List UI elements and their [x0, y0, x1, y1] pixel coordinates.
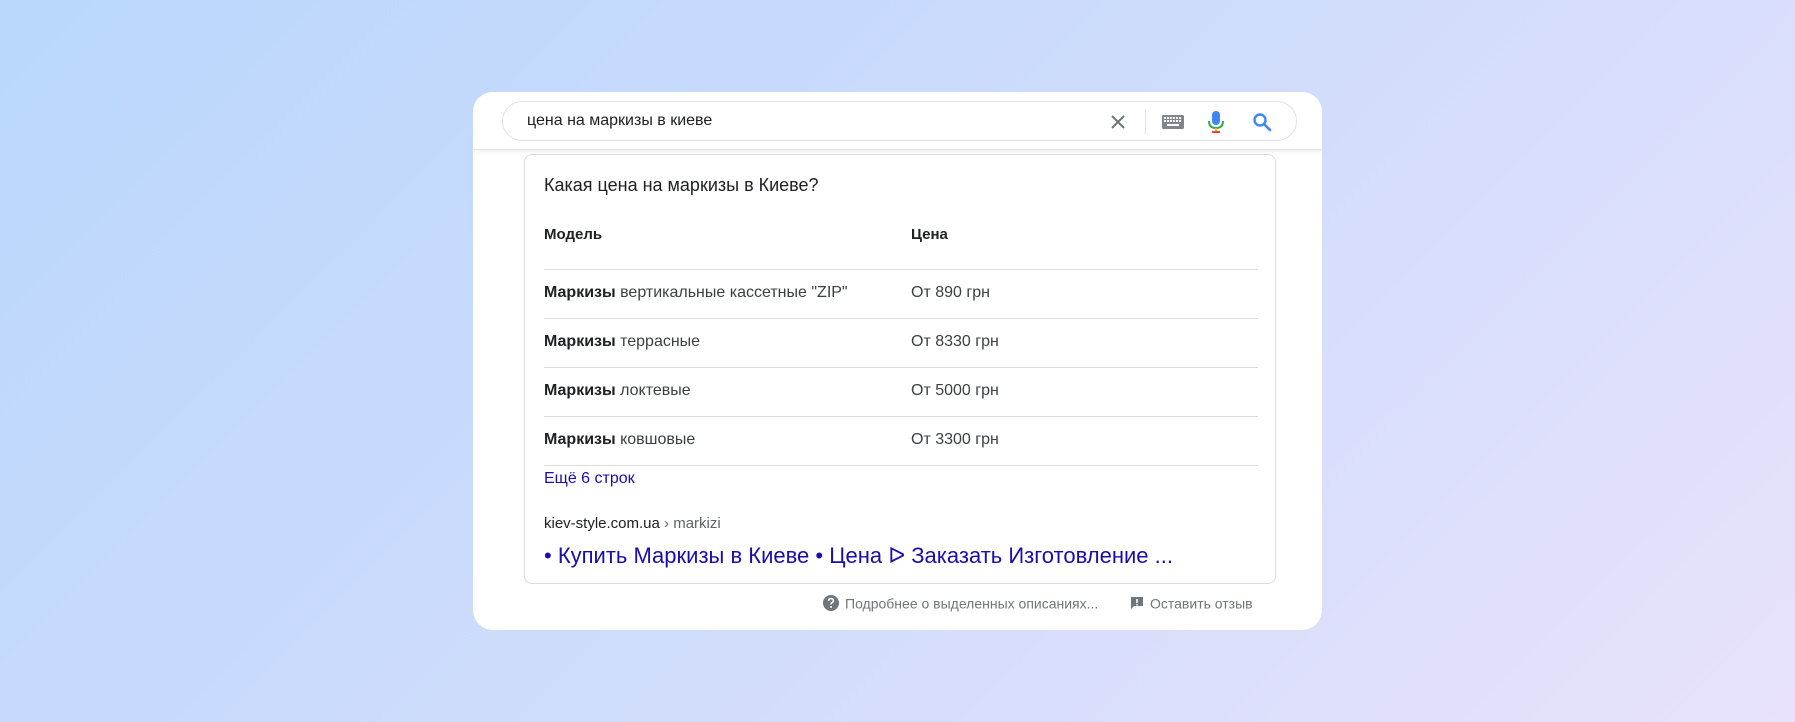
model-cell-rest: террасные [615, 333, 701, 350]
model-cell: Маркизы локтевые [544, 382, 691, 400]
feedback-link[interactable]: Оставить отзыв [1130, 594, 1253, 614]
table-header: Модель Цена [544, 214, 1258, 270]
help-icon [823, 595, 839, 612]
featured-snippet: Какая цена на маркизы в Киеве? Модель Це… [524, 154, 1276, 584]
model-cell-rest: ковшовые [615, 431, 696, 448]
table-row: Маркизы локтевые От 5000 грн [544, 368, 1258, 417]
snippet-question: Какая цена на маркизы в Киеве? [544, 175, 819, 195]
model-cell: Маркизы ковшовые [544, 431, 695, 449]
column-header-model: Модель [544, 226, 603, 243]
model-cell: Маркизы террасные [544, 333, 700, 351]
model-cell-bold: Маркизы [544, 382, 616, 399]
model-cell-bold: Маркизы [544, 333, 616, 350]
about-snippets-label[interactable]: Подробнее о выделенных описаниях... [845, 595, 1098, 611]
about-snippets[interactable]: Подробнее о выделенных описаниях... [823, 594, 1098, 614]
keyboard-icon[interactable] [1161, 113, 1185, 131]
model-cell-bold: Маркизы [544, 284, 616, 301]
model-cell-bold: Маркизы [544, 431, 616, 448]
search-result-card: цена на маркизы в киеве Какая цена на ма… [473, 92, 1322, 630]
model-cell-rest: локтевые [615, 382, 691, 399]
table-row: Маркизы ковшовые От 3300 грн [544, 417, 1258, 466]
cite-domain: kiev-style.com.ua [544, 515, 660, 532]
result-title-link[interactable]: • Купить Маркизы в Киеве • Цена ᐅ Заказа… [544, 543, 1173, 569]
search-input[interactable]: цена на маркизы в киеве [527, 112, 712, 130]
model-cell-rest: вертикальные кассетные "ZIP" [615, 284, 848, 301]
search-icon[interactable] [1252, 112, 1272, 132]
price-cell: От 5000 грн [911, 382, 999, 399]
price-table: Модель Цена Маркизы вертикальные кассетн… [544, 214, 1258, 466]
search-header: цена на маркизы в киеве [473, 92, 1322, 150]
table-row: Маркизы террасные От 8330 грн [544, 319, 1258, 368]
model-cell: Маркизы вертикальные кассетные "ZIP" [544, 284, 848, 302]
column-header-price: Цена [911, 226, 948, 243]
feedback-icon [1131, 597, 1143, 610]
feedback-label[interactable]: Оставить отзыв [1150, 595, 1253, 611]
search-box[interactable]: цена на маркизы в киеве [502, 101, 1297, 141]
close-icon[interactable] [1108, 112, 1128, 132]
price-cell: От 8330 грн [911, 333, 999, 350]
search-divider [1145, 110, 1146, 134]
price-cell: От 3300 грн [911, 431, 999, 448]
cite-path: › markizi [659, 515, 721, 532]
price-cell: От 890 грн [911, 284, 990, 301]
microphone-icon[interactable] [1207, 110, 1225, 134]
more-rows-link[interactable]: Ещё 6 строк [544, 470, 635, 488]
table-row: Маркизы вертикальные кассетные "ZIP" От … [544, 270, 1258, 319]
result-cite: kiev-style.com.ua › markizi [544, 515, 721, 532]
